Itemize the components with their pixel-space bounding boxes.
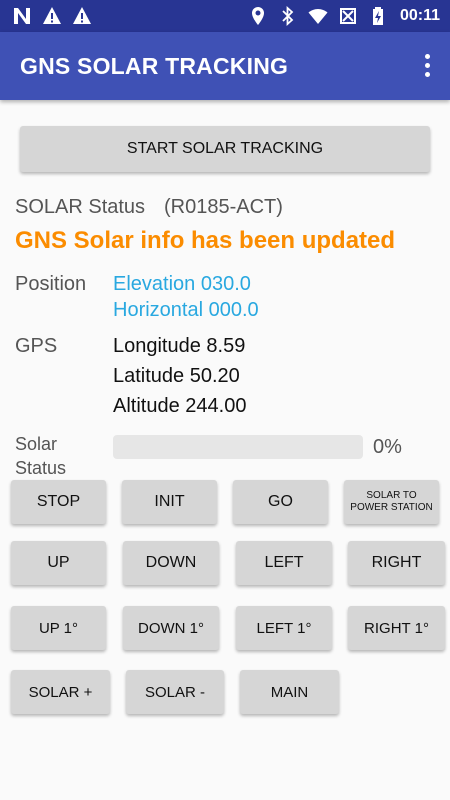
gps-label: GPS bbox=[15, 335, 58, 357]
more-vert-icon[interactable] bbox=[418, 52, 436, 80]
left-button[interactable]: LEFT bbox=[236, 541, 332, 585]
main-button[interactable]: MAIN bbox=[240, 670, 339, 714]
longitude-value: Longitude 8.59 bbox=[113, 335, 246, 357]
app-bar: GNS SOLAR TRACKING bbox=[0, 32, 450, 100]
up-button[interactable]: UP bbox=[11, 541, 106, 585]
battery-icon bbox=[372, 7, 383, 25]
init-button[interactable]: INIT bbox=[122, 480, 217, 524]
right-1-degree-button[interactable]: RIGHT 1° bbox=[348, 606, 445, 650]
status-bar-left bbox=[12, 6, 92, 26]
left-1-degree-button[interactable]: LEFT 1° bbox=[236, 606, 332, 650]
no-sim-icon bbox=[339, 8, 356, 24]
horizontal-value: Horizontal 000.0 bbox=[113, 299, 259, 321]
position-label: Position bbox=[15, 273, 87, 295]
progress-label-line2: Status bbox=[15, 458, 67, 478]
down-1-degree-button[interactable]: DOWN 1° bbox=[123, 606, 219, 650]
location-icon bbox=[251, 7, 264, 25]
bluetooth-icon bbox=[282, 6, 294, 26]
solar-status-code: (R0185-ACT) bbox=[164, 196, 283, 218]
app-title: GNS SOLAR TRACKING bbox=[20, 53, 289, 79]
right-button[interactable]: RIGHT bbox=[348, 541, 445, 585]
solar-to-power-station-button[interactable]: SOLAR TO POWER STATION bbox=[344, 480, 439, 524]
latitude-value: Latitude 50.20 bbox=[113, 365, 240, 387]
up-1-degree-button[interactable]: UP 1° bbox=[11, 606, 106, 650]
progress-percent: 0% bbox=[373, 436, 402, 458]
progress-label-line1: Solar bbox=[15, 434, 58, 454]
solar-status-label: SOLAR Status bbox=[15, 196, 146, 218]
solar-status-message: GNS Solar info has been updated bbox=[15, 227, 396, 254]
altitude-value: Altitude 244.00 bbox=[113, 395, 247, 417]
solar-plus-button[interactable]: SOLAR + bbox=[11, 670, 110, 714]
start-solar-tracking-button[interactable]: START SOLAR TRACKING bbox=[20, 126, 430, 172]
elevation-value: Elevation 030.0 bbox=[113, 273, 251, 295]
n-icon bbox=[14, 8, 30, 24]
wifi-icon bbox=[308, 9, 328, 24]
status-bar: 00:11 bbox=[0, 0, 450, 32]
stop-button[interactable]: STOP bbox=[11, 480, 106, 524]
clock: 00:11 bbox=[399, 7, 440, 24]
status-bar-right: 00:11 bbox=[248, 6, 440, 26]
go-button[interactable]: GO bbox=[233, 480, 328, 524]
down-button[interactable]: DOWN bbox=[123, 541, 219, 585]
solar-status-progress-bar bbox=[113, 435, 363, 459]
warning-icon bbox=[43, 7, 61, 24]
solar-minus-button[interactable]: SOLAR - bbox=[126, 670, 224, 714]
warning-icon bbox=[73, 7, 91, 24]
